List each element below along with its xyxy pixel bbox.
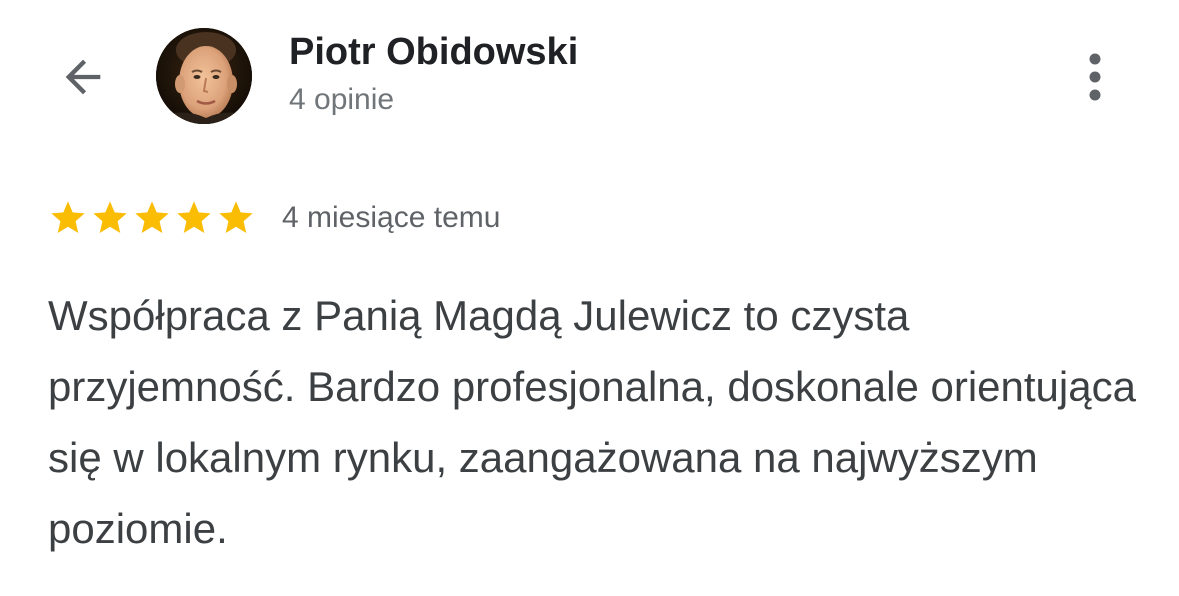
rating-row: 4 miesiące temu	[48, 196, 500, 240]
star-icon	[93, 201, 127, 233]
avatar[interactable]	[156, 28, 252, 124]
review-text: Współpraca z Panią Magdą Julewicz to czy…	[48, 292, 1136, 552]
star-icon	[51, 201, 85, 233]
star-rating	[48, 198, 256, 238]
review-time: 4 miesiące temu	[282, 201, 501, 234]
star-icon	[177, 201, 211, 233]
star-icon	[135, 201, 169, 233]
star-icon	[219, 201, 253, 233]
more-vert-icon	[1089, 53, 1101, 101]
more-options-button[interactable]	[1070, 44, 1120, 110]
arrow-back-icon	[65, 59, 101, 95]
profile-photo	[156, 28, 252, 124]
back-button[interactable]	[50, 44, 116, 110]
review-count: 4 opinie	[289, 83, 395, 116]
author-name[interactable]: Piotr Obidowski	[289, 31, 578, 74]
